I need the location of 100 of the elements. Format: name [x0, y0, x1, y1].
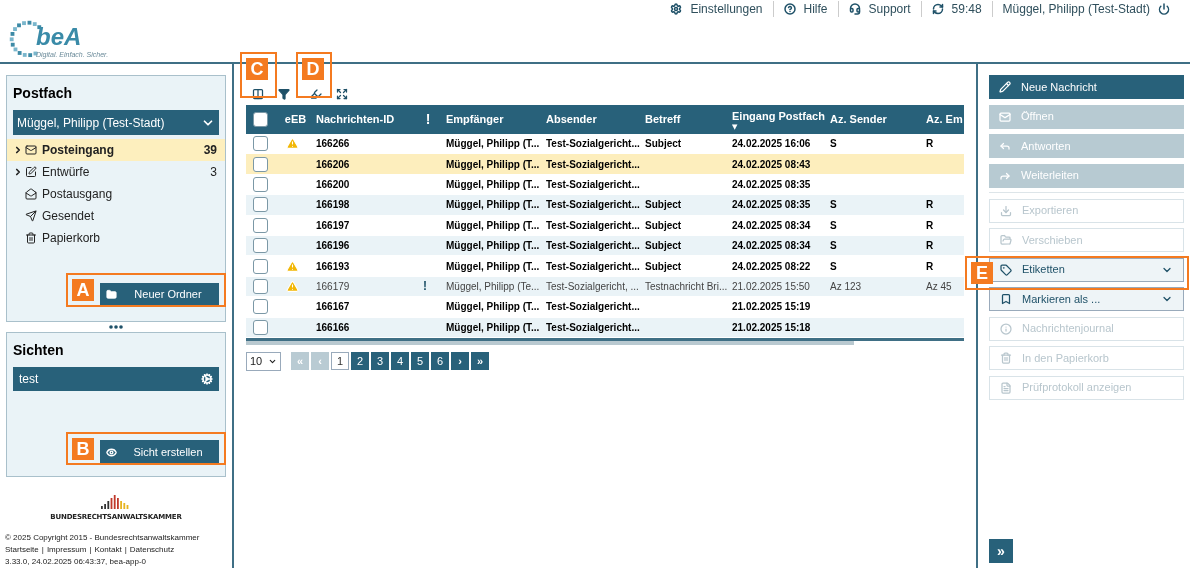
panel-title: Postfach	[13, 84, 74, 103]
open-envelope-icon	[25, 188, 37, 200]
message-row[interactable]: 166196 Müggel, Philipp (T... Test-Sozialgericht... Subject 24.02.2025 08:34 S R	[246, 235, 964, 257]
table-cell-text: 21.02.2025 15:18	[732, 320, 811, 335]
action-button[interactable]: Neue Nachricht	[989, 75, 1184, 99]
page-button[interactable]: 5	[411, 352, 429, 371]
row-checkbox[interactable]	[253, 258, 268, 274]
page-button[interactable]: 3	[371, 352, 389, 371]
table-cell-text: 166196	[316, 239, 350, 254]
column-header[interactable]: Absender	[546, 111, 639, 128]
table-cell-text: Müggel, Philipp (T...	[446, 300, 540, 315]
folder-item[interactable]: Entwürfe 3	[7, 161, 225, 183]
account-dropdown[interactable]: Müggel, Philipp (Test-Stadt)	[13, 110, 219, 135]
expand-panel-button[interactable]: »	[989, 539, 1013, 563]
table-cell-text: S	[830, 218, 837, 233]
table-cell-text: 166166	[316, 320, 350, 335]
row-checkbox[interactable]	[253, 278, 268, 294]
highlighter-icon[interactable]	[310, 88, 322, 100]
new-folder-button[interactable]: Neuer Ordner	[100, 283, 219, 306]
message-row[interactable]: 166206 Müggel, Philipp (T... Test-Sozialgericht... 24.02.2025 08:43	[246, 154, 964, 175]
callout-label: B	[72, 438, 94, 460]
help-icon[interactable]	[783, 3, 796, 15]
last-page-button[interactable]: »	[471, 352, 489, 371]
row-checkbox[interactable]	[253, 136, 268, 152]
table-cell-text: 166200	[316, 177, 350, 192]
row-checkbox[interactable]	[253, 217, 268, 233]
action-button[interactable]: Etiketten	[989, 257, 1184, 282]
column-header[interactable]: Eingang Postfach	[732, 108, 824, 125]
table-cell-text: Az 45	[926, 279, 952, 294]
action-button[interactable]: Markieren als ...	[989, 287, 1184, 311]
callout-label: A	[72, 279, 94, 301]
footer-link[interactable]: Datenschutz	[129, 543, 175, 556]
table-cell-text: 166206	[316, 157, 350, 172]
page-size-select[interactable]: 10	[246, 351, 281, 371]
select-all-checkbox[interactable]	[253, 112, 268, 127]
reply-icon	[999, 140, 1011, 152]
page-button[interactable]: 2	[351, 352, 369, 371]
table-cell-text: Test-Sozialgericht...	[546, 239, 640, 254]
table-cell-text: Test-Sozialgericht, ...	[546, 279, 639, 294]
message-row[interactable]: 166166 Müggel, Philipp (T... Test-Sozialgericht... 21.02.2025 15:18	[246, 317, 964, 338]
power-icon[interactable]	[1158, 3, 1170, 15]
next-page-button[interactable]: ›	[451, 352, 469, 371]
column-header[interactable]: Betreff	[645, 111, 726, 128]
settings-icon[interactable]	[670, 3, 683, 15]
column-header[interactable]: Nachrichten-ID	[316, 111, 410, 128]
folder-icon	[1000, 234, 1012, 246]
table-cell-text: 24.02.2025 08:34	[732, 239, 811, 254]
row-checkbox[interactable]	[253, 238, 268, 254]
resize-handle-icon[interactable]	[109, 325, 123, 329]
row-checkbox[interactable]	[253, 176, 268, 192]
table-cell-text: 21.02.2025 15:19	[732, 300, 811, 315]
folder-item[interactable]: Posteingang 39	[7, 139, 225, 161]
row-checkbox[interactable]	[253, 299, 268, 315]
message-row[interactable]: 166198 Müggel, Philipp (T... Test-Sozialgericht... Subject 24.02.2025 08:35 S R	[246, 195, 964, 216]
table-cell-text: 166167	[316, 300, 350, 315]
nav-link[interactable]: Einstellungen	[690, 0, 763, 18]
create-view-button[interactable]: Sicht erstellen	[100, 440, 219, 464]
table-cell-text: Müggel, Philipp (T...	[446, 177, 540, 192]
footer-link[interactable]: Impressum	[46, 543, 87, 556]
message-row[interactable]: 166179 ! Müggel, Philipp (Te... Test-Sozialgericht, ... Testnachricht Bri... 21.02.2025 15:50 Az 123 Az 45	[246, 276, 964, 298]
filter-icon[interactable]	[278, 88, 290, 100]
table-cell-text: S	[830, 259, 837, 274]
chamber-logo-icon	[101, 495, 131, 509]
view-item[interactable]: test	[13, 367, 219, 391]
scrollbar-thumb[interactable]	[246, 340, 854, 345]
row-checkbox[interactable]	[253, 319, 268, 335]
table-cell-text: Müggel, Philipp (Te...	[446, 279, 540, 294]
folder-item[interactable]: Postausgang	[7, 183, 225, 205]
expand-icon[interactable]	[13, 145, 23, 155]
table-cell-text: Subject	[645, 259, 682, 274]
expand-icon[interactable]	[336, 88, 348, 100]
column-header[interactable]: eEB	[284, 111, 307, 128]
column-header[interactable]: Az. Sender	[830, 111, 920, 128]
column-header[interactable]: Empfänger	[446, 111, 540, 128]
row-checkbox[interactable]	[253, 197, 268, 213]
column-header[interactable]: !	[425, 109, 431, 130]
expand-icon[interactable]	[13, 167, 23, 177]
footer-link[interactable]: Kontakt	[94, 543, 122, 556]
page-button[interactable]: 4	[391, 352, 409, 371]
nav-link[interactable]: Müggel, Philipp (Test-Stadt)	[1002, 0, 1150, 18]
table-cell-text: R	[926, 239, 934, 254]
envelope-icon	[999, 110, 1011, 123]
page-button[interactable]: 1	[331, 352, 349, 371]
folder-item[interactable]: Papierkorb	[7, 227, 225, 249]
refresh-icon[interactable]	[931, 3, 944, 15]
page-button[interactable]: 6	[431, 352, 449, 371]
footer-link[interactable]: Startseite	[5, 543, 39, 556]
table-cell-text: Subject	[645, 198, 682, 213]
folder-item[interactable]: Gesendet	[7, 205, 225, 227]
row-checkbox[interactable]	[253, 156, 268, 172]
nav-link[interactable]: Hilfe	[803, 0, 828, 18]
headset-icon[interactable]	[848, 3, 861, 15]
message-count: 3	[210, 164, 217, 181]
columns-icon[interactable]	[252, 88, 264, 100]
column-header[interactable]: Az. Em	[926, 111, 964, 128]
nav-link[interactable]: Support	[868, 0, 911, 18]
nav-link[interactable]: 59:48	[951, 0, 982, 18]
folder-label: Posteingang	[42, 142, 115, 159]
table-cell-text: S	[830, 137, 837, 152]
link-separator: |	[124, 543, 127, 556]
